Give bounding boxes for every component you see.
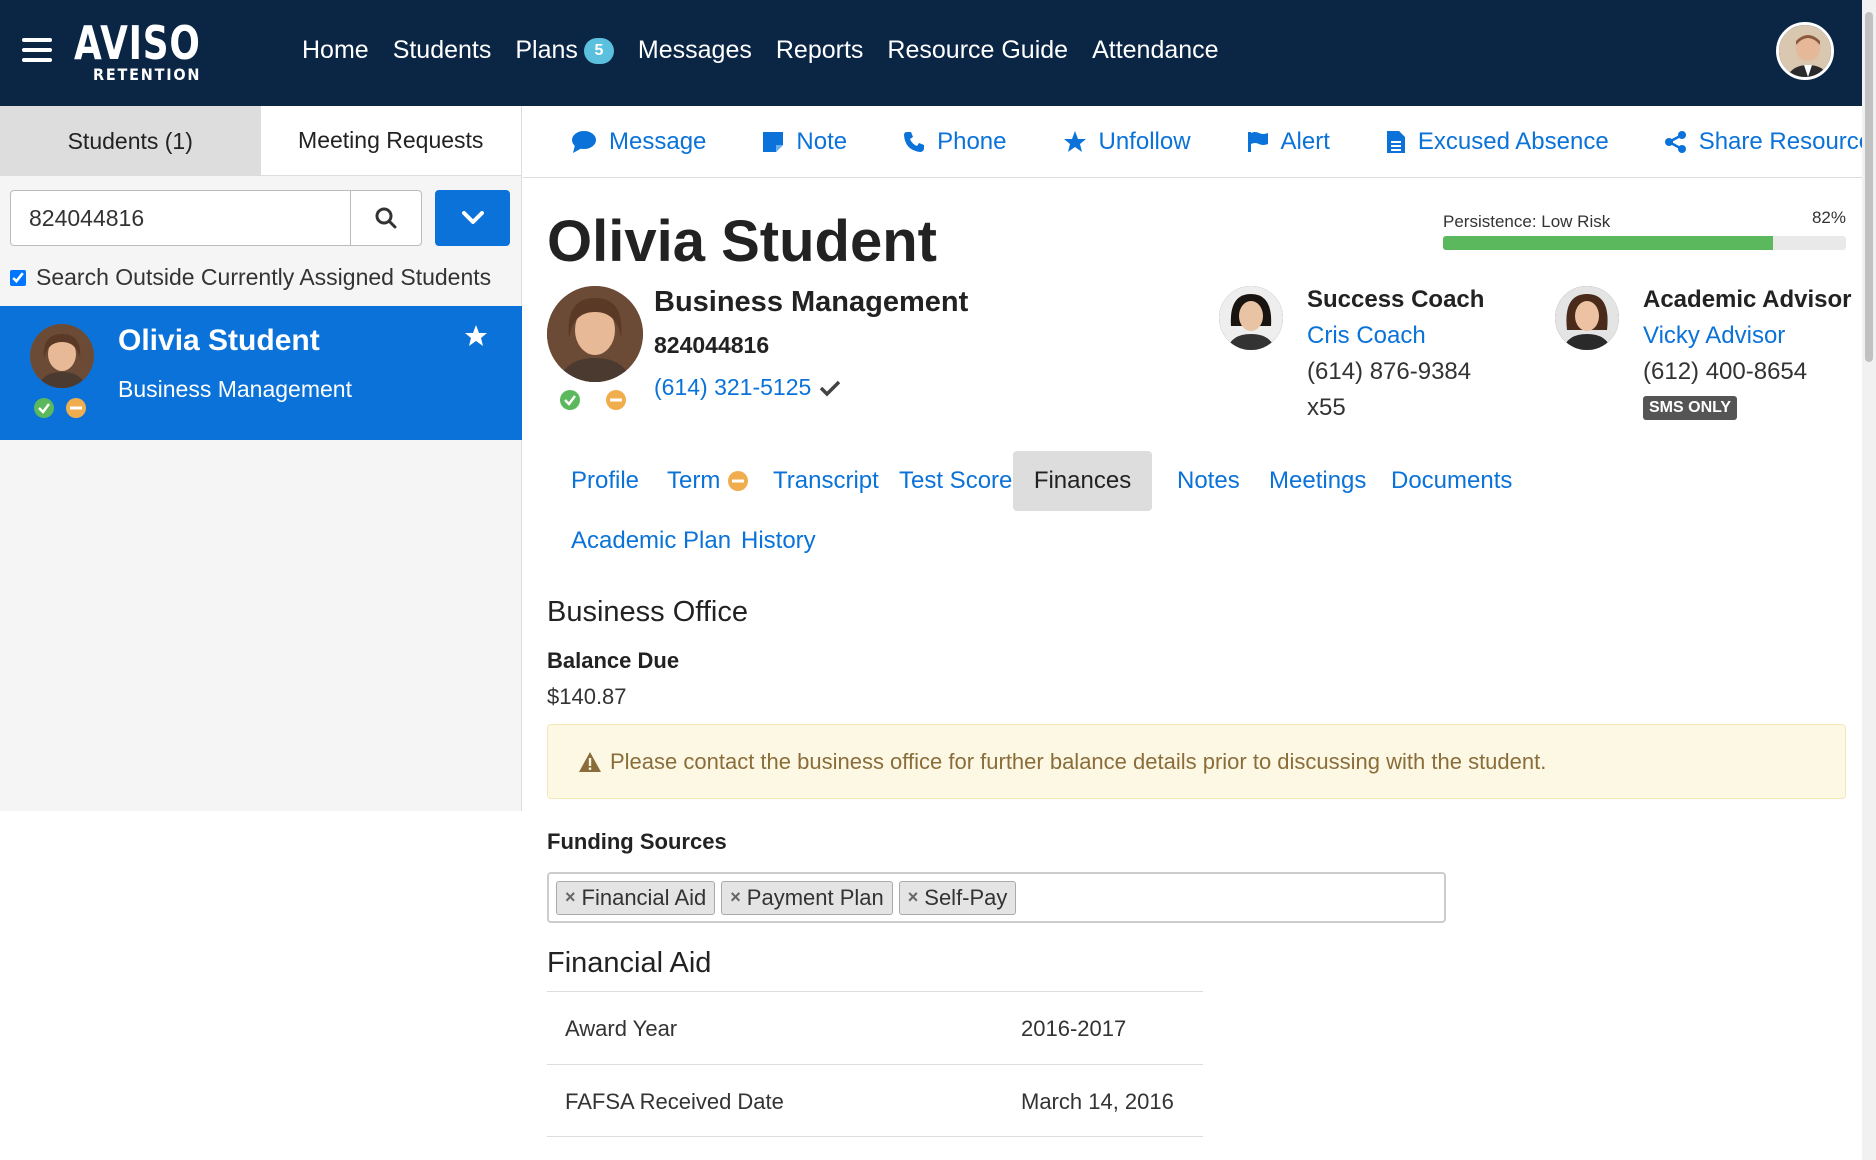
tab-history[interactable]: History [717, 511, 840, 571]
funding-sources-input[interactable]: × Financial Aid × Payment Plan × Self-Pay [547, 872, 1446, 923]
search-icon [375, 207, 397, 229]
left-tabs: Students (1) Meeting Requests [0, 106, 521, 176]
nav-home[interactable]: Home [302, 36, 369, 65]
success-coach-ext: x55 [1307, 394, 1346, 421]
tab-meeting-requests[interactable]: Meeting Requests [260, 106, 521, 176]
student-search [10, 190, 422, 246]
top-navbar: AVISO RETENTION Home Students Plans 5 Mes… [0, 0, 1876, 106]
document-icon [1386, 130, 1405, 153]
flag-icon [1247, 131, 1268, 152]
nav-attendance[interactable]: Attendance [1092, 36, 1219, 65]
plans-count-badge: 5 [583, 37, 614, 64]
student-search-input[interactable] [10, 190, 350, 246]
alert-button[interactable]: Alert [1247, 128, 1330, 156]
balance-due-label: Balance Due [547, 648, 680, 673]
excused-absence-button[interactable]: Excused Absence [1386, 128, 1609, 156]
minus-circle-icon [728, 471, 749, 491]
note-button[interactable]: Note [762, 128, 847, 156]
nav-reports[interactable]: Reports [776, 36, 864, 65]
student-list-item[interactable]: Olivia Student Business Management [0, 306, 522, 440]
star-icon [1063, 130, 1086, 152]
check-icon [820, 380, 841, 396]
remove-tag-icon[interactable]: × [565, 887, 576, 908]
minus-circle-icon [606, 390, 626, 415]
star-icon[interactable] [464, 324, 488, 353]
student-phone-link[interactable]: (614) 321-5125 [654, 374, 841, 401]
warning-icon [579, 751, 601, 772]
persistence-bar-fill [1443, 236, 1774, 250]
balance-due-value: $140.87 [547, 684, 627, 709]
student-program: Business Management [654, 286, 969, 318]
minus-circle-icon [66, 398, 86, 423]
comment-icon [572, 130, 596, 153]
phone-button[interactable]: Phone [903, 128, 1007, 156]
share-icon [1664, 130, 1686, 153]
note-icon [763, 131, 784, 152]
student-avatar [30, 324, 94, 388]
funding-source-tag: × Self-Pay [898, 880, 1017, 915]
check-circle-icon [34, 398, 54, 423]
unfollow-button[interactable]: Unfollow [1063, 128, 1191, 156]
logo[interactable]: AVISO RETENTION [74, 20, 236, 84]
sms-only-badge: SMS ONLY [1643, 396, 1738, 420]
student-program: Business Management [118, 376, 352, 402]
student-list-panel: Students (1) Meeting Requests Search Out… [0, 106, 522, 811]
tab-finances[interactable]: Finances [1013, 451, 1152, 511]
academic-advisor-name-link[interactable]: Vicky Advisor [1643, 322, 1785, 350]
scrollbar-thumb[interactable] [1865, 12, 1873, 362]
main-nav: Home Students Plans 5 Messages Reports Re… [302, 36, 1243, 65]
student-photo [547, 286, 643, 382]
chevron-down-icon [461, 211, 484, 224]
funding-source-tag: × Financial Aid [556, 880, 716, 915]
phone-icon [904, 131, 925, 152]
student-name: Olivia Student [118, 324, 320, 357]
remove-tag-icon[interactable]: × [730, 887, 741, 908]
remove-tag-icon[interactable]: × [908, 887, 919, 908]
success-coach-phone: (614) 876-9384 [1307, 358, 1472, 385]
success-coach-name-link[interactable]: Cris Coach [1307, 322, 1426, 350]
persistence-percent: 82% [1811, 208, 1846, 227]
financial-aid-table: Award Year 2016-2017 FAFSA Received Date… [547, 991, 1203, 1137]
advisor-avatar [1555, 286, 1619, 350]
coach-avatar [1219, 286, 1283, 350]
page-title: Olivia Student [547, 209, 937, 274]
hamburger-menu-icon[interactable] [22, 38, 52, 64]
page-scrollbar[interactable] [1862, 0, 1876, 1160]
funding-source-tag: × Payment Plan [721, 880, 893, 915]
nav-messages[interactable]: Messages [638, 36, 752, 65]
message-button[interactable]: Message [571, 128, 706, 156]
nav-plans[interactable]: Plans 5 [515, 36, 614, 65]
nav-resource-guide[interactable]: Resource Guide [887, 36, 1068, 65]
search-button[interactable] [350, 190, 422, 246]
search-options-dropdown-button[interactable] [435, 190, 510, 246]
business-office-heading: Business Office [547, 596, 748, 628]
funding-sources-label: Funding Sources [547, 829, 727, 854]
tab-students[interactable]: Students (1) [0, 106, 261, 176]
search-outside-checkbox[interactable] [10, 269, 26, 286]
student-action-bar: Message Note Phone Unfollow Alert Excuse… [523, 106, 1876, 178]
tab-documents[interactable]: Documents [1367, 451, 1536, 511]
persistence-bar [1443, 236, 1846, 250]
share-resource-button[interactable]: Share Resource [1664, 128, 1872, 156]
financial-aid-heading: Financial Aid [547, 947, 712, 979]
search-outside-option: Search Outside Currently Assigned Studen… [10, 264, 491, 291]
balance-warning-alert: Please contact the business office for f… [547, 724, 1846, 799]
persistence-label: Persistence: Low Risk [1443, 212, 1611, 231]
student-id: 824044816 [654, 332, 770, 358]
success-coach-title: Success Coach [1307, 286, 1485, 313]
academic-advisor-title: Academic Advisor [1643, 286, 1852, 313]
table-row: Award Year 2016-2017 [547, 991, 1203, 1064]
academic-advisor-phone: (612) 400-8654 [1643, 358, 1808, 385]
nav-students[interactable]: Students [393, 36, 492, 65]
check-circle-icon [560, 390, 580, 415]
table-row: FAFSA Received Date March 14, 2016 [547, 1064, 1203, 1137]
user-avatar[interactable] [1776, 22, 1834, 80]
